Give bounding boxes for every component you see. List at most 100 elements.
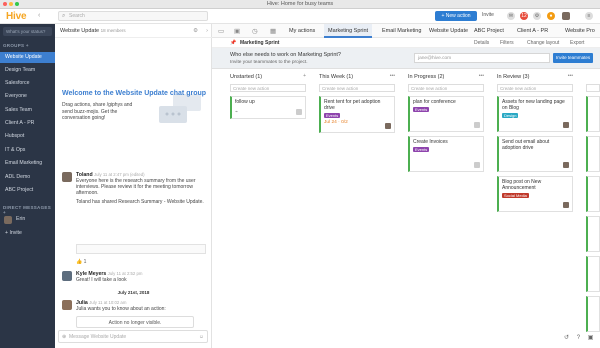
maximize-window-button[interactable]	[15, 2, 19, 6]
sidebar-item-it-ops[interactable]: IT & Ops	[0, 145, 55, 156]
tag-badge[interactable]: Design	[502, 113, 519, 118]
new-action-input[interactable]: Create new action	[497, 84, 573, 92]
tab-abc-project[interactable]: ABC Project	[474, 24, 504, 38]
tag-badge[interactable]: Events	[413, 107, 430, 112]
avatar[interactable]	[62, 300, 72, 310]
close-window-button[interactable]	[3, 2, 7, 6]
clock-icon[interactable]: ◷	[252, 27, 258, 35]
tag-badge[interactable]: Events	[413, 147, 430, 152]
dm-item-erin[interactable]: Erin	[0, 214, 55, 225]
chat-settings-icon[interactable]: ⚙	[193, 24, 198, 38]
picture-icon[interactable]: ▣	[234, 27, 240, 35]
avatar[interactable]	[385, 123, 391, 129]
new-action-button[interactable]: + New action	[435, 11, 477, 21]
chat-expand-icon[interactable]: ›	[206, 24, 208, 38]
sidebar-item-design-team[interactable]: Design Team	[0, 65, 55, 76]
sidebar-item-website-update[interactable]: Website Update	[0, 52, 55, 63]
export-button[interactable]: Export	[570, 38, 584, 48]
reaction-badge[interactable]: 👍 1	[76, 259, 86, 265]
tab-marketing-sprint[interactable]: Marketing Sprint	[324, 24, 373, 38]
action-card[interactable]: plan for conference Events	[408, 96, 484, 132]
invite-link[interactable]: + Invite	[0, 228, 55, 239]
pin-icon[interactable]: 📌	[230, 38, 236, 48]
avatar[interactable]	[62, 271, 72, 281]
member-count[interactable]: 18 members	[101, 28, 126, 33]
notification-badge[interactable]: 12	[520, 12, 528, 20]
menu-icon[interactable]: ≡	[585, 12, 593, 20]
sidebar-item-hubspot[interactable]: Hubspot	[0, 131, 55, 142]
status-input[interactable]: What's your status?	[3, 27, 52, 36]
shared-action-box[interactable]: Action no longer visible.	[76, 316, 194, 328]
chat-icon[interactable]: ✉	[507, 12, 515, 20]
assignee-placeholder-icon[interactable]	[474, 162, 480, 168]
tab-website-update[interactable]: Website Update	[429, 24, 468, 38]
tag-badge[interactable]: Social Media	[502, 193, 529, 198]
invite-teammates-button[interactable]: Invite teammates	[553, 53, 593, 63]
invite-button[interactable]: Invite	[482, 12, 494, 18]
search-input[interactable]: ⌕ Search	[58, 11, 208, 21]
sidebar-item-sales-team[interactable]: Sales Team	[0, 105, 55, 116]
action-card[interactable]	[586, 256, 600, 292]
project-tabs: ▭ ▣ ◷ ▦ My actions Marketing Sprint Emai…	[212, 24, 600, 38]
column-more-icon[interactable]: •••	[390, 73, 395, 79]
calendar-icon[interactable]: ▦	[270, 27, 276, 35]
new-action-input[interactable]	[586, 84, 600, 92]
avatar[interactable]	[563, 162, 569, 168]
tab-website-pro[interactable]: Website Pro	[565, 24, 600, 38]
chat-panel: Website Update 18 members ⚙ › Welcome to…	[55, 24, 212, 348]
new-action-input[interactable]: Create new action	[230, 84, 306, 92]
sidebar-item-abc-project[interactable]: ABC Project	[0, 185, 55, 196]
tab-client-a-pr[interactable]: Client A - PR	[517, 24, 548, 38]
action-card[interactable]: Create Invoices Events	[408, 136, 484, 172]
tab-my-actions[interactable]: My actions	[289, 24, 315, 38]
action-card[interactable]: Rent tent for pet adoption drive Events …	[319, 96, 395, 133]
sidebar-item-email-marketing[interactable]: Email Marketing	[0, 158, 55, 169]
avatar[interactable]	[563, 202, 569, 208]
sidebar-item-salesforce[interactable]: Salesforce	[0, 78, 55, 89]
action-card[interactable]	[586, 296, 600, 332]
assignee-placeholder-icon[interactable]	[474, 122, 480, 128]
video-icon[interactable]: ▣	[588, 335, 594, 341]
action-card[interactable]	[586, 96, 600, 132]
column-add-icon[interactable]: +	[303, 73, 306, 79]
column-more-icon[interactable]: •••	[568, 73, 573, 79]
column-more-icon[interactable]: •••	[479, 73, 484, 79]
action-card[interactable]: Assets for new landing page on Blog Desi…	[497, 96, 573, 132]
sidebar-item-adl-demo[interactable]: ADL Demo	[0, 172, 55, 183]
avatar[interactable]	[62, 172, 72, 182]
back-icon[interactable]: ‹	[38, 12, 40, 19]
minimize-window-button[interactable]	[9, 2, 13, 6]
home-icon[interactable]: ▭	[218, 27, 224, 35]
assignee-placeholder-icon[interactable]	[296, 109, 302, 115]
action-card[interactable]	[586, 136, 600, 172]
tab-email-marketing[interactable]: Email Marketing	[382, 24, 421, 38]
settings-icon[interactable]: ⚙	[533, 12, 541, 20]
action-card[interactable]	[586, 176, 600, 212]
action-card[interactable]	[586, 216, 600, 252]
avatar[interactable]	[563, 122, 569, 128]
new-action-input[interactable]: Create new action	[319, 84, 395, 92]
action-card[interactable]: follow up ⌁	[230, 96, 306, 119]
hive-logo[interactable]: Hive	[6, 11, 27, 22]
user-avatar[interactable]	[562, 12, 570, 20]
groups-header[interactable]: GROUPS +	[3, 43, 29, 48]
emoji-icon[interactable]: ☺	[199, 331, 204, 343]
filters-button[interactable]: Filters	[500, 38, 514, 48]
status-icon[interactable]: ●	[547, 12, 555, 20]
new-action-input[interactable]: Create new action	[408, 84, 484, 92]
email-field[interactable]: jane@hive.com	[414, 53, 550, 63]
shared-file-preview[interactable]	[76, 244, 206, 254]
sidebar-item-client-a-pr[interactable]: Client A - PR	[0, 118, 55, 129]
change-layout-button[interactable]: Change layout	[527, 38, 559, 48]
help-icon[interactable]: ?	[577, 335, 580, 341]
message-input[interactable]: ⊕ Message Website Update ☺	[58, 330, 208, 343]
sidebar-item-everyone[interactable]: Everyone	[0, 91, 55, 102]
tag-badge[interactable]: Events	[324, 113, 341, 118]
dm-user-name: Erin	[16, 216, 26, 222]
action-card[interactable]: Send out email about adoption drive	[497, 136, 573, 172]
action-card[interactable]: Blog post on New Announcement Social Med…	[497, 176, 573, 212]
attach-icon[interactable]: ⊕	[62, 331, 66, 343]
window-controls[interactable]	[3, 2, 19, 6]
details-button[interactable]: Details	[474, 38, 489, 48]
history-icon[interactable]: ↺	[564, 335, 569, 341]
